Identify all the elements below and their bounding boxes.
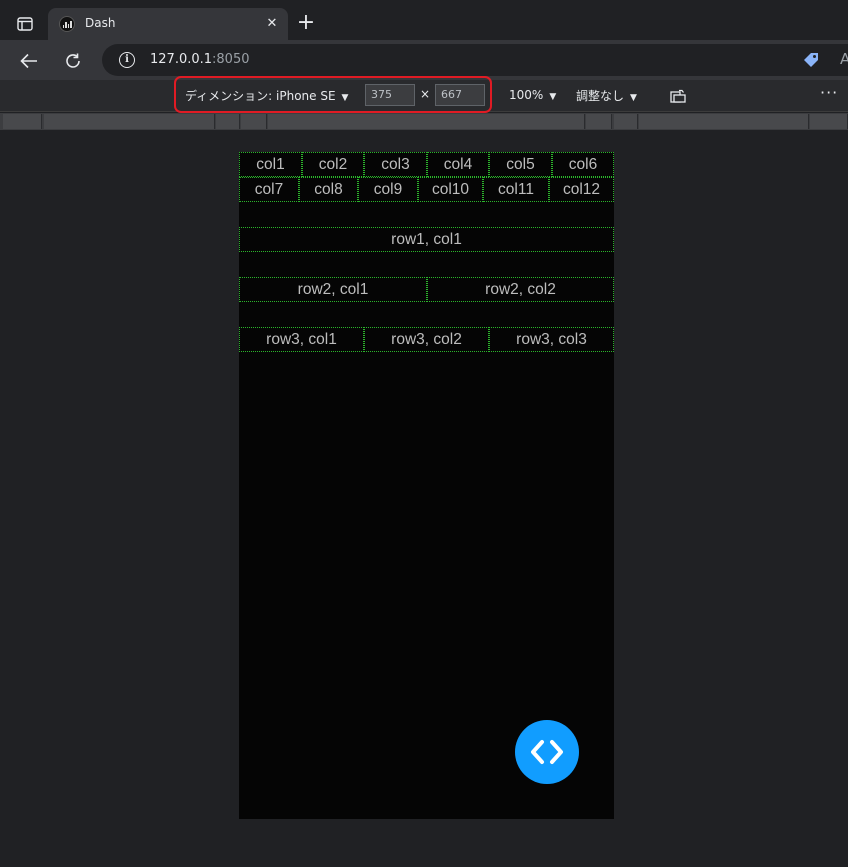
row-cell: row3, col2 <box>364 327 489 352</box>
row-spacer <box>239 202 614 227</box>
grid-cell: col8 <box>299 177 358 202</box>
reload-icon[interactable] <box>60 48 86 74</box>
dash-favicon-icon <box>59 16 75 32</box>
grid-cell: col3 <box>364 152 427 177</box>
ruler-segment[interactable] <box>639 114 809 129</box>
grid-row-a: col1 col2 col3 col4 col5 col6 <box>239 152 614 177</box>
info-icon[interactable]: i <box>119 52 135 68</box>
dash-debug-button[interactable] <box>515 720 579 784</box>
dimensions-highlight-box <box>174 76 492 113</box>
device-viewport: col1 col2 col3 col4 col5 col6 col7 col8 … <box>239 152 614 819</box>
row-2: row2, col1 row2, col2 <box>239 277 614 302</box>
grid-cell: col4 <box>427 152 489 177</box>
grid-cell: col1 <box>239 152 302 177</box>
rotate-icon[interactable] <box>670 88 686 103</box>
ruler-segment[interactable] <box>216 114 240 129</box>
tab-title: Dash <box>85 16 116 30</box>
omnibox[interactable]: i 127.0.0.1:8050 A <box>102 44 848 76</box>
ruler-segment[interactable] <box>241 114 267 129</box>
row-spacer <box>239 252 614 277</box>
tag-icon[interactable] <box>802 51 820 69</box>
more-icon[interactable]: ··· <box>820 83 838 102</box>
grid-row-b: col7 col8 col9 col10 col11 col12 <box>239 177 614 202</box>
row-cell: row1, col1 <box>239 227 614 252</box>
row-cell: row3, col1 <box>239 327 364 352</box>
tab-actions-icon[interactable] <box>12 11 38 37</box>
ruler-segment[interactable] <box>44 114 215 129</box>
grid-cell: col6 <box>552 152 614 177</box>
grid-cell: col7 <box>239 177 299 202</box>
close-icon[interactable]: ✕ <box>264 16 280 32</box>
row-cell: row3, col3 <box>489 327 614 352</box>
media-query-ruler <box>0 113 848 130</box>
code-brackets-icon <box>531 740 563 764</box>
grid-cell: col5 <box>489 152 552 177</box>
address-toolbar: i 127.0.0.1:8050 A <box>0 40 848 80</box>
dropdown-arrow-icon: ▼ <box>630 93 637 103</box>
row-1: row1, col1 <box>239 227 614 252</box>
back-arrow-icon[interactable] <box>16 48 42 74</box>
row-cell: row2, col1 <box>239 277 427 302</box>
grid-cell: col10 <box>418 177 483 202</box>
grid-cell: col2 <box>302 152 364 177</box>
plus-icon[interactable]: + <box>295 10 317 36</box>
ruler-segment[interactable] <box>614 114 638 129</box>
url-text[interactable]: 127.0.0.1:8050 <box>150 52 250 67</box>
grid-cell: col9 <box>358 177 418 202</box>
grid-cell: col11 <box>483 177 549 202</box>
ruler-segment[interactable] <box>586 114 612 129</box>
tab-dash[interactable]: Dash ✕ <box>48 8 288 40</box>
ruler-segment[interactable] <box>810 114 848 129</box>
ruler-segment[interactable] <box>268 114 585 129</box>
row-3: row3, col1 row3, col2 row3, col3 <box>239 327 614 352</box>
ruler-segment[interactable] <box>3 114 42 129</box>
row-cell: row2, col2 <box>427 277 614 302</box>
row-spacer <box>239 302 614 327</box>
dropdown-arrow-icon: ▼ <box>549 92 557 102</box>
read-aloud-icon[interactable]: A <box>840 50 848 68</box>
grid-cell: col12 <box>549 177 614 202</box>
tab-strip: Dash ✕ + <box>0 0 848 40</box>
zoom-select[interactable]: 100% ▼ <box>509 88 556 102</box>
throttle-select[interactable]: 調整なし ▼ <box>576 87 637 104</box>
